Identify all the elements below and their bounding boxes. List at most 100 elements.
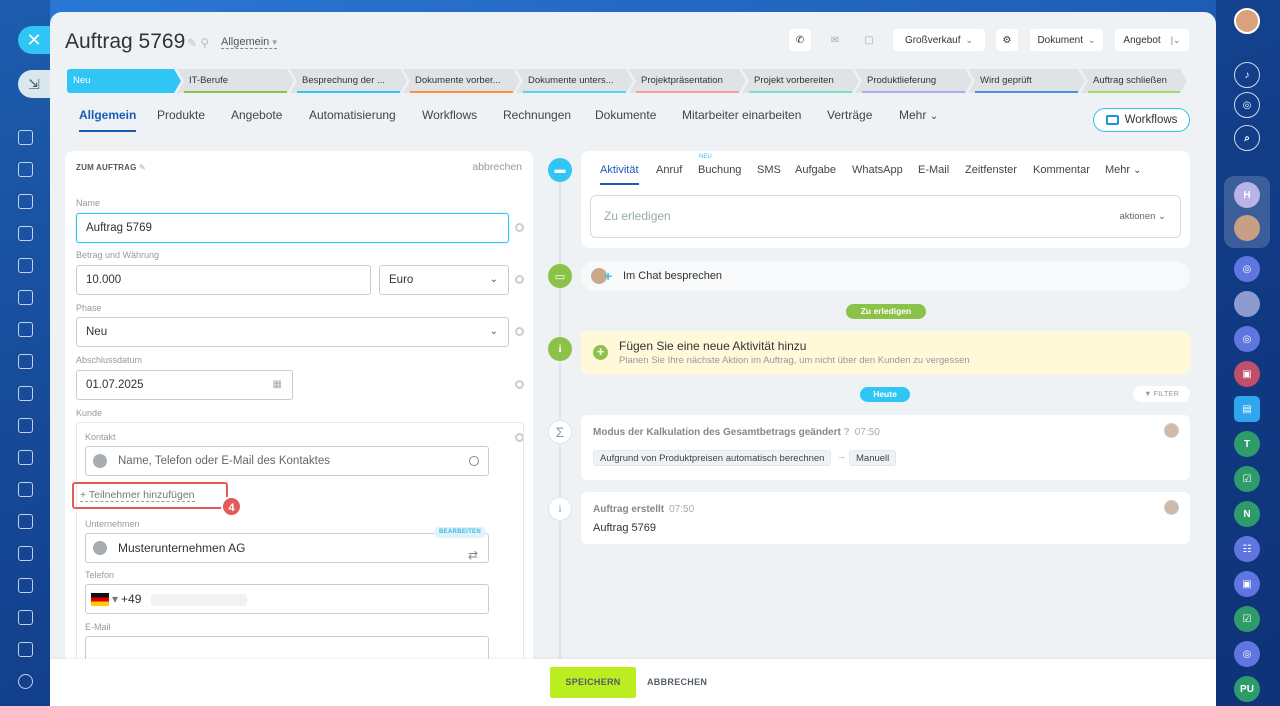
sms-button[interactable]: ▢ (858, 29, 880, 51)
filter-icon[interactable] (18, 450, 33, 465)
activity-tab-aktivitaet[interactable]: Aktivität (600, 164, 639, 185)
stage-neu[interactable]: Neu (67, 69, 181, 93)
email-button[interactable]: ✉ (824, 29, 846, 51)
phone-field[interactable]: ▾ +49 (85, 584, 489, 614)
chat-avatar-openchannel[interactable]: ◎ (1234, 256, 1260, 282)
stage-it-berufe[interactable]: IT-Berufe (177, 69, 294, 93)
amount-field[interactable]: 10.000 (76, 265, 371, 295)
add-participant-link[interactable]: + Teilnehmer hinzufügen (72, 482, 228, 509)
stage-auftrag-schliessen[interactable]: Auftrag schließen (1081, 69, 1187, 93)
tab-automatisierung[interactable]: Automatisierung (309, 108, 396, 122)
docs-icon[interactable] (18, 258, 33, 273)
field-settings-icon[interactable] (515, 327, 524, 336)
search-chat-icon[interactable]: ⌕ (1234, 125, 1260, 151)
activity-tab-whatsapp[interactable]: WhatsApp (852, 164, 903, 176)
workflows-button[interactable]: Workflows (1093, 108, 1190, 132)
field-settings-icon[interactable] (515, 380, 524, 389)
field-settings-icon[interactable] (515, 223, 524, 232)
chat-avatar-person2[interactable] (1234, 291, 1260, 317)
section-title[interactable]: ZUM AUFTRAG ✎ (76, 163, 146, 172)
search-icon[interactable] (469, 456, 479, 466)
tab-workflows[interactable]: Workflows (422, 108, 477, 122)
target-icon[interactable] (18, 578, 33, 593)
document-dropdown[interactable]: Dokument ⌄ (1030, 29, 1103, 51)
user-avatar[interactable] (1234, 8, 1260, 34)
tab-produkte[interactable]: Produkte (157, 108, 205, 122)
tasks-chat-icon-2[interactable]: ☑ (1234, 606, 1260, 632)
settings-button[interactable]: ⚙ (996, 29, 1018, 51)
chat-avatar-h[interactable]: H (1234, 182, 1260, 208)
stage-dokumente-unterschreiben[interactable]: Dokumente unters... (516, 69, 633, 93)
field-settings-icon[interactable] (515, 275, 524, 284)
sign-icon[interactable] (18, 610, 33, 625)
lock-chat-icon-2[interactable]: ▣ (1234, 571, 1260, 597)
chat-avatar-t[interactable]: T (1234, 431, 1260, 457)
contact-center-icon[interactable] (18, 482, 33, 497)
activity-tab-kommentar[interactable]: Kommentar (1033, 164, 1090, 176)
offer-dropdown[interactable]: Angebot |⌄ (1115, 29, 1189, 51)
todo-actions-dropdown[interactable]: aktionen ⌄ (1119, 196, 1166, 237)
activity-tab-mehr[interactable]: Mehr ⌄ (1105, 164, 1142, 176)
activity-tab-buchung[interactable]: Buchung (698, 164, 741, 176)
tab-allgemein[interactable]: Allgemein (79, 108, 137, 132)
contact-search-input[interactable]: Name, Telefon oder E-Mail des Kontaktes (85, 446, 489, 476)
message-chat-icon[interactable]: ▤ (1234, 396, 1260, 422)
close-slider-button[interactable]: ✕ (18, 26, 50, 54)
timeline-filter-button[interactable]: ▼ FILTER (1133, 386, 1190, 402)
germany-flag-icon[interactable] (91, 593, 109, 606)
groups-icon[interactable] (18, 226, 33, 241)
analytics-icon[interactable] (18, 386, 33, 401)
chat-avatar-n[interactable]: N (1234, 501, 1260, 527)
notifications-icon[interactable]: ♪ (1234, 62, 1260, 88)
swap-icon[interactable]: ⇄ (468, 541, 478, 569)
tab-rechnungen[interactable]: Rechnungen (503, 108, 571, 122)
stage-besprechung[interactable]: Besprechung der ... (290, 69, 407, 93)
edit-title-icons[interactable]: ✎ ⚲ (187, 36, 209, 50)
feed-icon[interactable] (18, 130, 33, 145)
chat-avatar-person[interactable] (1234, 215, 1260, 241)
save-button[interactable]: SPEICHERN (550, 667, 636, 698)
help-icon[interactable]: ? (844, 427, 850, 438)
settings-icon[interactable] (18, 674, 33, 689)
discuss-in-chat-button[interactable]: + Im Chat besprechen (581, 261, 1190, 291)
tab-angebote[interactable]: Angebote (231, 108, 282, 122)
crm-icon[interactable] (18, 322, 33, 337)
minimize-slider-button[interactable]: ⇲ (18, 70, 50, 98)
tasks-chat-icon[interactable]: ☑ (1234, 466, 1260, 492)
lock-chat-icon[interactable]: ▣ (1234, 361, 1260, 387)
avatar[interactable] (1164, 500, 1179, 515)
activity-tab-anruf[interactable]: Anruf (656, 164, 682, 176)
openchannel-icon-3[interactable]: ◎ (1234, 641, 1260, 667)
activity-tab-aufgabe[interactable]: Aufgabe (795, 164, 836, 176)
activity-tab-zeitfenster[interactable]: Zeitfenster (965, 164, 1017, 176)
company-field[interactable]: Musterunternehmen AG BEARBEITEN ⇄ (85, 527, 489, 563)
copilot-icon[interactable]: ◎ (1234, 92, 1260, 118)
calendar-icon[interactable]: ▦ (273, 371, 282, 399)
stage-produktlieferung[interactable]: Produktlieferung (855, 69, 972, 93)
currency-select[interactable]: Euro ⌄ (379, 265, 509, 295)
tab-mitarbeiter-einarbeiten[interactable]: Mitarbeiter einarbeiten (682, 108, 801, 122)
group-chat-icon[interactable]: ☷ (1234, 536, 1260, 562)
tab-mehr[interactable]: Mehr ⌄ (899, 108, 938, 122)
robot-icon[interactable] (18, 546, 33, 561)
cancel-edit-link[interactable]: abbrechen (472, 161, 522, 173)
category-selector[interactable]: Allgemein ▾ (221, 36, 277, 49)
name-field[interactable]: Auftrag 5769 (76, 213, 509, 243)
sites-icon[interactable] (18, 354, 33, 369)
stage-wird-geprueft[interactable]: Wird geprüft (968, 69, 1085, 93)
stage-projekt-vorbereiten[interactable]: Projekt vorbereiten (742, 69, 859, 93)
activity-tab-sms[interactable]: SMS (757, 164, 781, 176)
channel-dropdown[interactable]: Großverkauf ⌄ (893, 29, 985, 51)
phase-select[interactable]: Neu ⌄ (76, 317, 509, 347)
chat-avatar-pu[interactable]: PU (1234, 676, 1260, 702)
chat-avatar-openchannel2[interactable]: ◎ (1234, 326, 1260, 352)
close-date-field[interactable]: 01.07.2025 ▦ (76, 370, 293, 400)
stage-projektpraesentation[interactable]: Projektpräsentation (629, 69, 746, 93)
shop-icon[interactable] (18, 418, 33, 433)
edit-badge[interactable]: BEARBEITEN (433, 527, 486, 538)
chat-icon[interactable] (18, 162, 33, 177)
add-activity-hint[interactable]: + Fügen Sie eine neue Aktivität hinzu Pl… (581, 331, 1190, 374)
tab-dokumente[interactable]: Dokumente (595, 108, 656, 122)
todo-input[interactable]: Zu erledigen aktionen ⌄ (590, 195, 1181, 238)
phone-button[interactable]: ✆ (789, 29, 811, 51)
